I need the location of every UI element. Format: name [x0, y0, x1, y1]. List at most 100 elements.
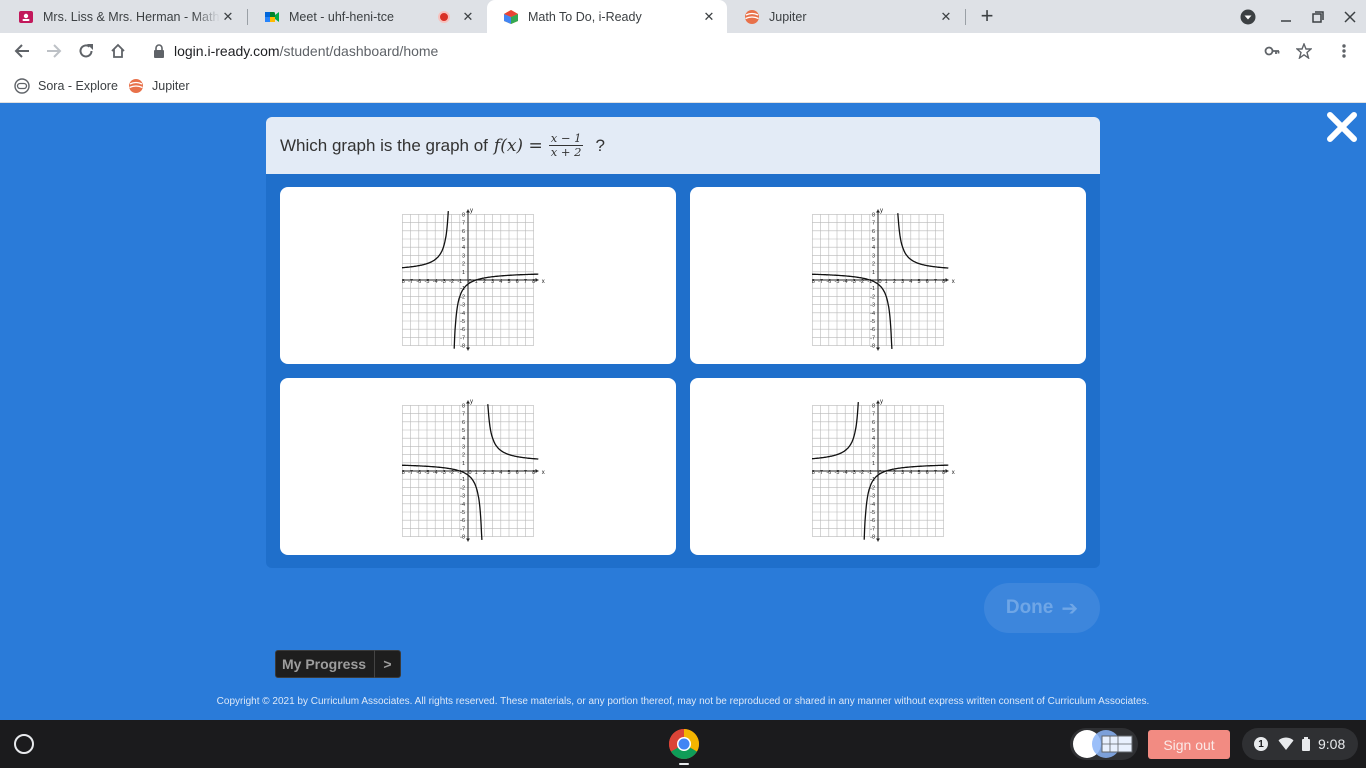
y-tick-label: 6 — [872, 229, 875, 235]
x-tick-label: 6 — [516, 279, 519, 285]
x-tick-label: -4 — [433, 279, 438, 285]
x-tick-label: 3 — [901, 279, 904, 285]
y-tick-label: -7 — [460, 335, 465, 341]
close-lesson-icon[interactable] — [1326, 111, 1358, 143]
address-bar[interactable]: login.i-ready.com/student/dashboard/home — [140, 36, 1324, 66]
close-tab-icon[interactable]: ✕ — [220, 9, 236, 25]
x-tick-label: 6 — [926, 279, 929, 285]
y-tick-label: 7 — [462, 221, 465, 227]
y-tick-label: 4 — [872, 436, 875, 442]
answer-choice-c[interactable]: -8-7-6-5-4-3-2-101234567887654321-1-2-3-… — [280, 378, 676, 555]
url-path: /student/dashboard/home — [279, 43, 439, 59]
x-tick-label: 8 — [942, 470, 945, 476]
password-key-icon[interactable] — [1258, 37, 1286, 65]
forward-icon[interactable] — [40, 37, 68, 65]
y-tick-label: 7 — [872, 412, 875, 418]
y-tick-label: -6 — [460, 327, 465, 333]
sign-out-button[interactable]: Sign out — [1148, 730, 1230, 759]
y-tick-label: 2 — [462, 453, 465, 459]
x-tick-label: 3 — [491, 279, 494, 285]
y-tick-label: -1 — [870, 286, 875, 292]
y-axis-label: y — [880, 208, 883, 214]
answer-choice-a[interactable]: -8-7-6-5-4-3-2-101234567887654321-1-2-3-… — [280, 187, 676, 364]
close-tab-icon[interactable]: ✕ — [938, 9, 954, 25]
close-tab-icon[interactable]: ✕ — [460, 9, 476, 25]
y-tick-label: -3 — [460, 494, 465, 500]
tab-title: Mrs. Liss & Mrs. Herman - Math - — [43, 9, 220, 24]
iready-icon — [503, 9, 519, 25]
x-tick-label: -5 — [835, 470, 840, 476]
x-tick-label: -2 — [449, 279, 454, 285]
x-tick-label: 4 — [909, 470, 912, 476]
answer-choice-b[interactable]: -8-7-6-5-4-3-2-101234567887654321-1-2-3-… — [690, 187, 1086, 364]
x-axis-label: x — [952, 279, 955, 285]
x-tick-label: -6 — [416, 279, 421, 285]
bookmark-jupiter[interactable]: Jupiter — [128, 75, 190, 97]
y-tick-label: 5 — [462, 428, 465, 434]
x-tick-label: -6 — [826, 279, 831, 285]
status-tray[interactable]: 1 9:08 — [1242, 728, 1358, 760]
tab-meet[interactable]: Meet - uhf-heni-tce ✕ — [248, 0, 486, 33]
x-tick-label: 2 — [893, 470, 896, 476]
y-tick-label: -6 — [460, 518, 465, 524]
y-tick-label: -6 — [870, 327, 875, 333]
minimize-icon[interactable] — [1270, 0, 1302, 33]
close-tab-icon[interactable]: ✕ — [701, 9, 717, 25]
close-window-icon[interactable] — [1334, 0, 1366, 33]
bookmark-star-icon[interactable] — [1290, 37, 1318, 65]
graph-choice-b: -8-7-6-5-4-3-2-101234567887654321-1-2-3-… — [812, 208, 955, 351]
y-tick-label: -2 — [460, 485, 465, 491]
y-tick-label: -3 — [870, 494, 875, 500]
battery-icon — [1302, 737, 1310, 751]
x-tick-label: 5 — [507, 279, 510, 285]
bookmark-label: Jupiter — [152, 79, 190, 93]
y-tick-label: -7 — [870, 526, 875, 532]
arrow-right-icon: ➔ — [1061, 597, 1079, 620]
curve-right-branch — [897, 213, 949, 269]
recording-icon — [438, 10, 450, 23]
done-button[interactable]: Done ➔ — [984, 583, 1100, 633]
tab-strip: Mrs. Liss & Mrs. Herman - Math - ✕ Meet … — [0, 0, 1366, 33]
chrome-icon[interactable] — [668, 728, 700, 760]
bookmark-label: Sora - Explore — [38, 79, 118, 93]
x-tick-label: -6 — [826, 470, 831, 476]
x-tick-label: 1 — [885, 279, 888, 285]
x-axis-label: x — [542, 279, 545, 285]
restore-icon[interactable] — [1302, 0, 1334, 33]
bookmark-sora[interactable]: Sora - Explore — [14, 75, 118, 97]
x-tick-label: -4 — [433, 470, 438, 476]
x-tick-label: -4 — [843, 279, 848, 285]
answer-choice-d[interactable]: -8-7-6-5-4-3-2-101234567887654321-1-2-3-… — [690, 378, 1086, 555]
fraction-denominator: x + 2 — [550, 145, 582, 159]
url-domain: login.i-ready.com — [174, 43, 280, 59]
y-tick-label: 8 — [872, 212, 875, 218]
tab-jupiter[interactable]: Jupiter ✕ — [728, 0, 964, 33]
virtual-desks-pod[interactable] — [1070, 728, 1138, 760]
x-tick-label: -6 — [416, 470, 421, 476]
function-expression: f(x) = x − 1 x + 2 — [493, 131, 584, 159]
y-tick-label: -7 — [460, 526, 465, 532]
x-tick-label: 5 — [917, 470, 920, 476]
x-tick-label: -1 — [457, 279, 462, 285]
y-tick-label: 5 — [462, 237, 465, 243]
x-tick-label: -3 — [441, 279, 446, 285]
back-icon[interactable] — [8, 37, 36, 65]
y-tick-label: 8 — [462, 403, 465, 409]
x-tick-label: 1 — [475, 470, 478, 476]
home-icon[interactable] — [104, 37, 132, 65]
tab-search-icon[interactable] — [1232, 0, 1264, 33]
tab-classroom[interactable]: Mrs. Liss & Mrs. Herman - Math - ✕ — [2, 0, 246, 33]
x-tick-label: -5 — [425, 470, 430, 476]
y-tick-label: 2 — [462, 262, 465, 268]
menu-kebab-icon[interactable] — [1330, 37, 1358, 65]
notification-count-badge: 1 — [1254, 737, 1268, 751]
x-tick-label: -2 — [449, 470, 454, 476]
tab-title: Meet - uhf-heni-tce — [289, 9, 394, 24]
x-tick-label: 3 — [491, 470, 494, 476]
x-tick-label: 7 — [934, 279, 937, 285]
tab-iready[interactable]: Math To Do, i-Ready ✕ — [487, 0, 727, 33]
launcher-icon[interactable] — [14, 734, 34, 754]
reload-icon[interactable] — [72, 37, 100, 65]
new-tab-icon[interactable]: + — [976, 3, 998, 28]
my-progress-button[interactable]: My Progress > — [275, 650, 401, 678]
